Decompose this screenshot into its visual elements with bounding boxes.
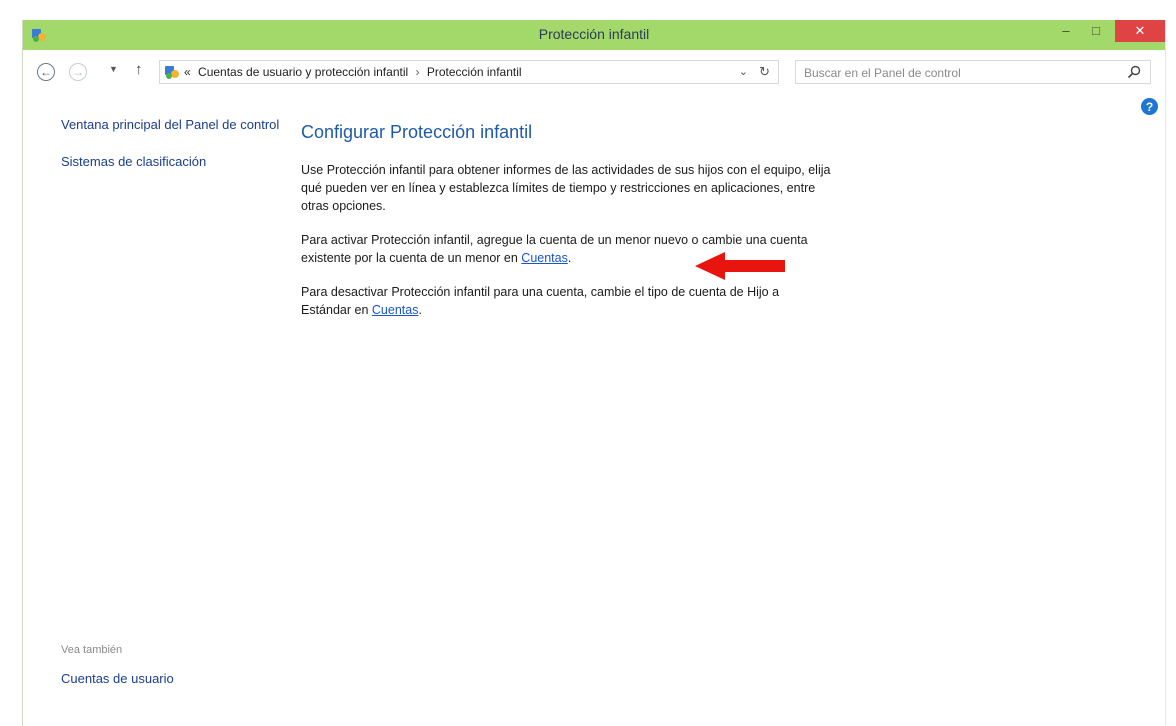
help-icon[interactable]: ? bbox=[1141, 98, 1158, 115]
accounts-link[interactable]: Cuentas bbox=[372, 303, 419, 317]
search-box[interactable] bbox=[795, 60, 1151, 84]
deactivate-end: . bbox=[418, 303, 422, 317]
breadcrumb-overflow[interactable]: « bbox=[184, 65, 191, 79]
minimize-button[interactable]: – bbox=[1051, 20, 1081, 40]
window-title: Protección infantil bbox=[538, 26, 650, 42]
address-bar[interactable]: « Cuentas de usuario y protección infant… bbox=[159, 60, 779, 84]
sidebar: Ventana principal del Panel de control S… bbox=[61, 116, 281, 190]
red-arrow-annotation bbox=[695, 252, 785, 280]
window-controls: – □ ✕ bbox=[1051, 20, 1165, 50]
title-bar: Protección infantil – □ ✕ bbox=[23, 20, 1165, 50]
see-also-section: Vea también Cuentas de usuario bbox=[61, 644, 174, 707]
accounts-link[interactable]: Cuentas bbox=[521, 251, 568, 265]
search-input[interactable] bbox=[802, 64, 1116, 82]
back-arrow-icon[interactable]: ← bbox=[37, 63, 55, 81]
intro-paragraph: Use Protección infantil para obtener inf… bbox=[301, 163, 831, 213]
breadcrumb-separator[interactable]: › bbox=[416, 65, 420, 79]
activate-end: . bbox=[567, 251, 572, 265]
forward-arrow-icon[interactable]: → bbox=[69, 63, 87, 81]
control-panel-icon bbox=[165, 66, 179, 79]
recent-locations-dropdown[interactable]: ▼ bbox=[109, 64, 118, 74]
sidebar-item-control-panel-home[interactable]: Ventana principal del Panel de control bbox=[61, 116, 281, 133]
maximize-button[interactable]: □ bbox=[1081, 20, 1111, 40]
breadcrumb-item[interactable]: Cuentas de usuario y protección infantil bbox=[198, 65, 408, 79]
breadcrumb: « Cuentas de usuario y protección infant… bbox=[184, 65, 522, 79]
see-also-title: Vea también bbox=[61, 644, 123, 656]
chevron-down-icon[interactable]: ⌄ bbox=[739, 65, 748, 78]
navigation-bar: ← → ▼ ↑ « Cuentas de usuario y protecció… bbox=[23, 52, 1165, 94]
close-button[interactable]: ✕ bbox=[1115, 20, 1165, 42]
search-icon[interactable] bbox=[1126, 64, 1142, 80]
up-arrow-icon[interactable]: ↑ bbox=[135, 61, 143, 78]
main-content: Configurar Protección infantil Use Prote… bbox=[301, 122, 831, 335]
deactivate-paragraph: Para desactivar Protección infantil para… bbox=[301, 283, 831, 319]
refresh-icon[interactable]: ↻ bbox=[759, 64, 770, 80]
sidebar-item-rating-systems[interactable]: Sistemas de clasificación bbox=[61, 153, 281, 170]
control-panel-window: Protección infantil – □ ✕ ← → ▼ ↑ « Cuen… bbox=[22, 20, 1166, 726]
see-also-user-accounts-link[interactable]: Cuentas de usuario bbox=[61, 670, 174, 687]
breadcrumb-item[interactable]: Protección infantil bbox=[427, 65, 522, 79]
page-title: Configurar Protección infantil bbox=[301, 122, 533, 142]
